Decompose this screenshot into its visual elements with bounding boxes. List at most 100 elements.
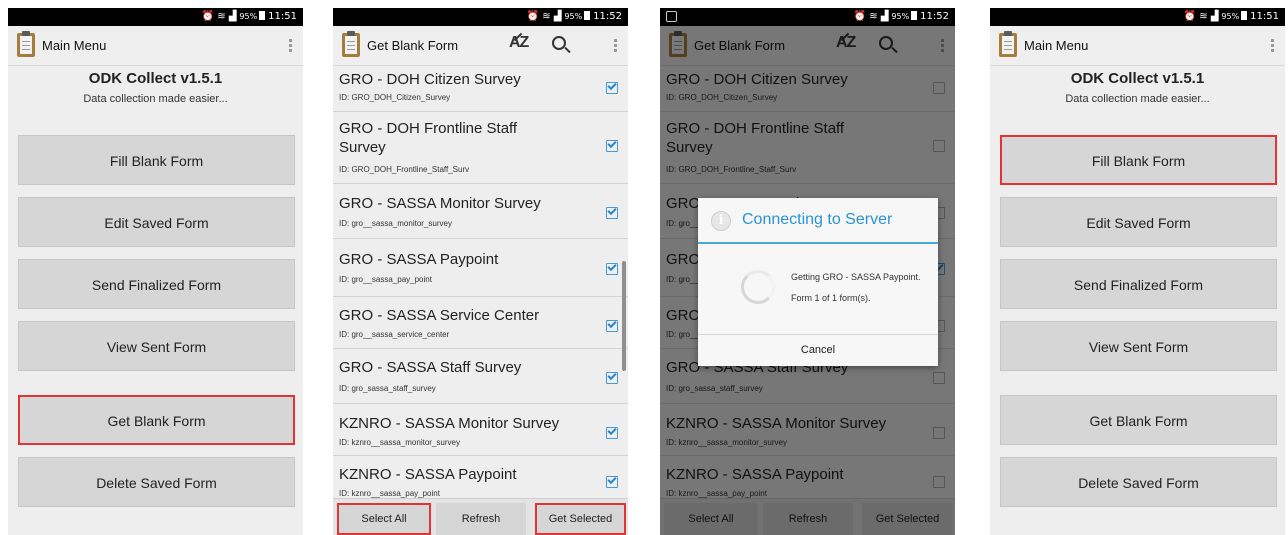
battery-percent: 95% <box>564 12 583 21</box>
list-item[interactable]: GRO - SASSA Monitor Survey ID: gro__sass… <box>333 184 628 239</box>
form-id: ID: gro__sassa_service_center <box>339 330 450 339</box>
battery-percent: 95% <box>1221 12 1240 21</box>
connecting-dialog: i Connecting to Server Getting GRO - SAS… <box>698 198 938 366</box>
action-bar: Main Menu <box>8 26 303 66</box>
signal-icon: ▟ <box>228 11 237 22</box>
app-tagline: Data collection made easier... <box>1065 93 1210 105</box>
dialog-header: i Connecting to Server <box>698 198 938 244</box>
cancel-button[interactable]: Cancel <box>698 334 938 366</box>
overflow-menu-icon[interactable] <box>1271 39 1275 53</box>
form-checkbox[interactable] <box>606 82 618 94</box>
send-finalized-form-button[interactable]: Send Finalized Form <box>1000 259 1277 309</box>
list-item[interactable]: KZNRO - SASSA Monitor Survey ID: kznro__… <box>333 404 628 456</box>
form-checkbox[interactable] <box>606 207 618 219</box>
clipboard-icon <box>999 31 1017 57</box>
search-icon[interactable] <box>552 36 566 50</box>
list-item[interactable]: GRO - DOH Citizen Survey ID: GRO_DOH_Cit… <box>333 66 628 112</box>
progress-spinner-icon <box>741 270 775 304</box>
clipboard-icon <box>342 31 360 57</box>
clipboard-icon <box>17 31 35 57</box>
action-bar-title: Get Blank Form <box>367 38 459 53</box>
list-item[interactable]: GRO - SASSA Staff Survey ID: gro_sassa_s… <box>333 349 628 404</box>
status-time: 11:51 <box>1250 11 1279 22</box>
battery-percent: 95% <box>239 12 258 21</box>
action-bar-title: Main Menu <box>1024 38 1089 53</box>
edit-saved-form-button[interactable]: Edit Saved Form <box>1000 197 1277 247</box>
form-checkbox[interactable] <box>606 263 618 275</box>
battery-icon <box>259 11 266 20</box>
form-id: ID: gro__sassa_monitor_survey <box>339 219 452 228</box>
status-bar: ⏰ ≋ ▟ 95% 11:52 <box>333 8 628 26</box>
list-item[interactable]: GRO - SASSA Service Center ID: gro__sass… <box>333 297 628 349</box>
fill-blank-form-button[interactable]: Fill Blank Form <box>18 135 295 185</box>
delete-saved-form-button[interactable]: Delete Saved Form <box>18 457 295 507</box>
fill-blank-form-button[interactable]: Fill Blank Form <box>1000 135 1277 185</box>
app-tagline: Data collection made easier... <box>83 93 228 105</box>
form-title: GRO - SASSA Service Center <box>339 307 540 324</box>
action-bar: Main Menu <box>990 26 1285 66</box>
screen-get-blank-form: ⏰ ≋ ▟ 95% 11:52 Get Blank Form AZ GRO - DOH … <box>333 8 628 535</box>
form-checkbox[interactable] <box>606 320 618 332</box>
status-time: 11:52 <box>920 11 949 22</box>
get-selected-button[interactable]: Get Selected <box>535 503 626 535</box>
signal-icon: ▟ <box>553 11 562 22</box>
battery-icon <box>584 11 591 20</box>
send-finalized-form-button[interactable]: Send Finalized Form <box>18 259 295 309</box>
form-checkbox[interactable] <box>606 427 618 439</box>
bottom-toolbar: Select All Refresh Get Selected <box>333 498 628 535</box>
screen-connecting: ⏰≋▟95%11:52 Get Blank Form AZ GRO - DOH … <box>660 8 955 535</box>
alarm-icon: ⏰ <box>853 11 867 22</box>
form-title: KZNRO - SASSA Paypoint <box>339 466 517 483</box>
form-id: ID: GRO_DOH_Citizen_Survey <box>339 93 451 102</box>
app-title: ODK Collect v1.5.1 <box>88 70 223 87</box>
action-bar-title: Main Menu <box>42 38 107 53</box>
get-blank-form-button[interactable]: Get Blank Form <box>18 395 295 445</box>
list-item[interactable]: GRO - SASSA Paypoint ID: gro__sassa_pay_… <box>333 239 628 297</box>
status-bar: ⏰ ≋ ▟ 95% 11:51 <box>990 8 1285 26</box>
notification-icon <box>666 11 677 22</box>
list-item[interactable]: KZNRO - SASSA Paypoint ID: kznro__sassa_… <box>333 456 628 500</box>
signal-icon: ▟ <box>1210 11 1219 22</box>
dialog-message: Getting GRO - SASSA Paypoint. Form 1 of … <box>791 267 921 309</box>
screen-main-menu-1: ⏰ ≋ ▟ 95% 11:51 Main Menu ODK Collect v1.5.1… <box>8 8 303 535</box>
battery-icon <box>911 11 918 20</box>
view-sent-form-button[interactable]: View Sent Form <box>18 321 295 371</box>
wifi-icon: ≋ <box>542 11 551 22</box>
form-id: ID: kznro__sassa_pay_point <box>339 489 440 498</box>
form-title: GRO - SASSA Staff Survey <box>339 359 522 376</box>
form-checkbox[interactable] <box>606 140 618 152</box>
action-bar: Get Blank Form AZ <box>333 26 628 66</box>
status-bar: ⏰ ≋ ▟ 95% 11:51 <box>8 8 303 26</box>
get-blank-form-button[interactable]: Get Blank Form <box>1000 395 1277 445</box>
overflow-menu-icon[interactable] <box>614 39 618 53</box>
form-title: GRO - DOH Frontline Staff Survey <box>339 120 518 156</box>
select-all-button[interactable]: Select All <box>337 503 431 535</box>
form-title: KZNRO - SASSA Monitor Survey <box>339 415 560 432</box>
refresh-button[interactable]: Refresh <box>436 503 526 535</box>
form-title: GRO - SASSA Monitor Survey <box>339 195 541 212</box>
alarm-icon: ⏰ <box>1183 11 1197 22</box>
form-checkbox[interactable] <box>606 476 618 488</box>
sort-az-icon[interactable]: AZ <box>509 34 529 52</box>
dialog-message-line-1: Getting GRO - SASSA Paypoint. <box>791 272 921 282</box>
wifi-icon: ≋ <box>869 11 878 22</box>
signal-icon: ▟ <box>880 11 889 22</box>
info-icon: i <box>711 211 731 231</box>
battery-percent: 95% <box>891 12 910 21</box>
app-title: ODK Collect v1.5.1 <box>1070 70 1205 87</box>
status-bar: ⏰ ≋ ▟ 95% 11:52 <box>660 8 955 26</box>
form-id: ID: gro__sassa_pay_point <box>339 275 432 284</box>
list-item[interactable]: GRO - DOH Frontline Staff Survey ID: GRO… <box>333 112 628 184</box>
form-title: GRO - DOH Citizen Survey <box>339 71 521 88</box>
edit-saved-form-button[interactable]: Edit Saved Form <box>18 197 295 247</box>
form-id: ID: GRO_DOH_Frontline_Staff_Surv <box>339 165 470 174</box>
scrollbar[interactable] <box>622 261 626 371</box>
form-title: GRO - SASSA Paypoint <box>339 251 499 268</box>
overflow-menu-icon[interactable] <box>289 39 293 53</box>
delete-saved-form-button[interactable]: Delete Saved Form <box>1000 457 1277 507</box>
dialog-message-line-2: Form 1 of 1 form(s). <box>791 293 871 303</box>
status-time: 11:52 <box>593 11 622 22</box>
form-checkbox[interactable] <box>606 372 618 384</box>
view-sent-form-button[interactable]: View Sent Form <box>1000 321 1277 371</box>
form-id: ID: gro_sassa_staff_survey <box>339 384 436 393</box>
